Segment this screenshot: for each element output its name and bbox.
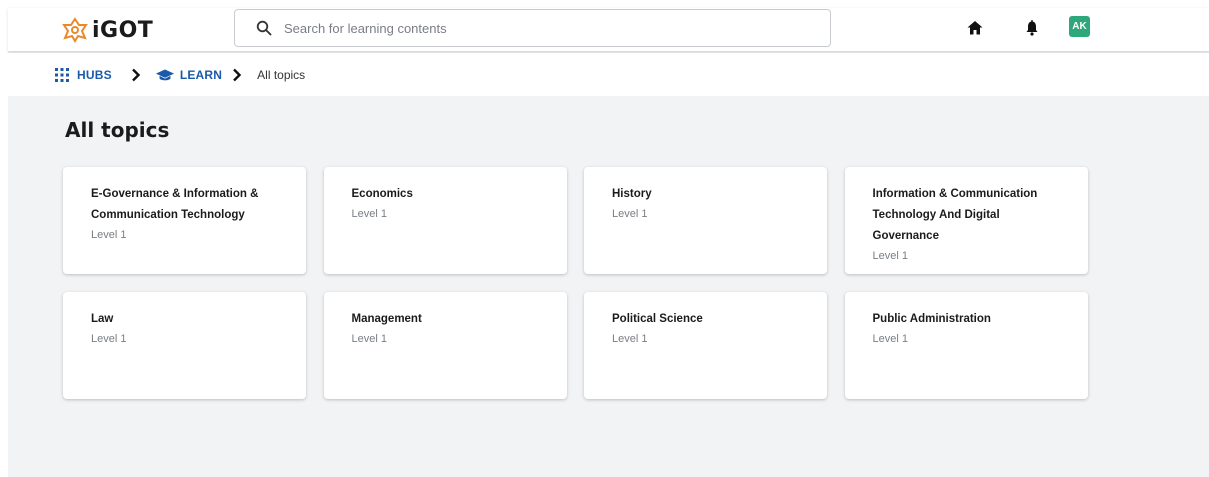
left-margin — [0, 0, 8, 477]
topic-level: Level 1 — [351, 208, 387, 220]
search-input[interactable] — [284, 20, 784, 36]
topic-level: Level 1 — [872, 333, 908, 345]
topic-card[interactable]: Law Level 1 — [63, 292, 306, 399]
breadcrumb-current: All topics — [257, 67, 306, 82]
topic-title: Public Administration — [872, 313, 991, 325]
topics-grid: E-Governance & Information & Communicati… — [63, 167, 1088, 399]
topic-card[interactable]: Political Science Level 1 — [584, 292, 827, 399]
topic-card[interactable]: History Level 1 — [584, 167, 827, 274]
topic-title: E-Governance & Information & Communicati… — [91, 188, 259, 221]
breadcrumb-learn[interactable]: LEARN — [155, 68, 222, 82]
breadcrumb: HUBS LEARN All topics — [8, 53, 1209, 96]
topic-level: Level 1 — [612, 333, 648, 345]
topic-title: Political Science — [612, 313, 703, 325]
notification-bell-icon[interactable] — [1023, 19, 1041, 37]
topic-title: Management — [351, 313, 422, 325]
topic-card[interactable]: Economics Level 1 — [323, 167, 567, 274]
user-avatar[interactable]: AK — [1069, 16, 1090, 37]
topic-card[interactable]: E-Governance & Information & Communicati… — [63, 167, 306, 274]
breadcrumb-hubs[interactable]: HUBS — [55, 67, 112, 82]
search-icon[interactable] — [256, 20, 272, 36]
topic-level: Level 1 — [612, 208, 648, 220]
topic-title: Economics — [351, 188, 413, 200]
igot-logo-icon — [62, 17, 88, 43]
graduation-cap-icon — [155, 69, 174, 80]
topic-card[interactable]: Management Level 1 — [323, 292, 567, 399]
topic-title: Law — [91, 313, 114, 325]
chevron-right-icon — [131, 68, 141, 81]
topic-level: Level 1 — [872, 250, 908, 262]
brand-logo[interactable]: iGOT — [58, 15, 153, 45]
home-icon[interactable] — [966, 19, 984, 37]
chevron-right-icon — [233, 68, 242, 81]
breadcrumb-learn-link[interactable]: LEARN — [180, 68, 222, 82]
topic-title: History — [612, 188, 652, 200]
topic-card[interactable]: Public Administration Level 1 — [844, 292, 1088, 399]
topic-level: Level 1 — [351, 333, 387, 345]
top-header: iGOT AK — [8, 8, 1209, 52]
topic-level: Level 1 — [91, 229, 127, 241]
topic-card[interactable]: Information & Communication Technology A… — [844, 167, 1088, 274]
brand-name: iGOT — [92, 17, 154, 43]
apps-grid-icon — [55, 67, 69, 82]
search-box[interactable] — [234, 9, 831, 47]
breadcrumb-hubs-link[interactable]: HUBS — [77, 68, 112, 82]
page-title: All topics — [65, 118, 170, 142]
topic-title: Information & Communication Technology A… — [872, 188, 1038, 242]
topic-level: Level 1 — [91, 333, 127, 345]
top-margin — [0, 0, 1209, 8]
